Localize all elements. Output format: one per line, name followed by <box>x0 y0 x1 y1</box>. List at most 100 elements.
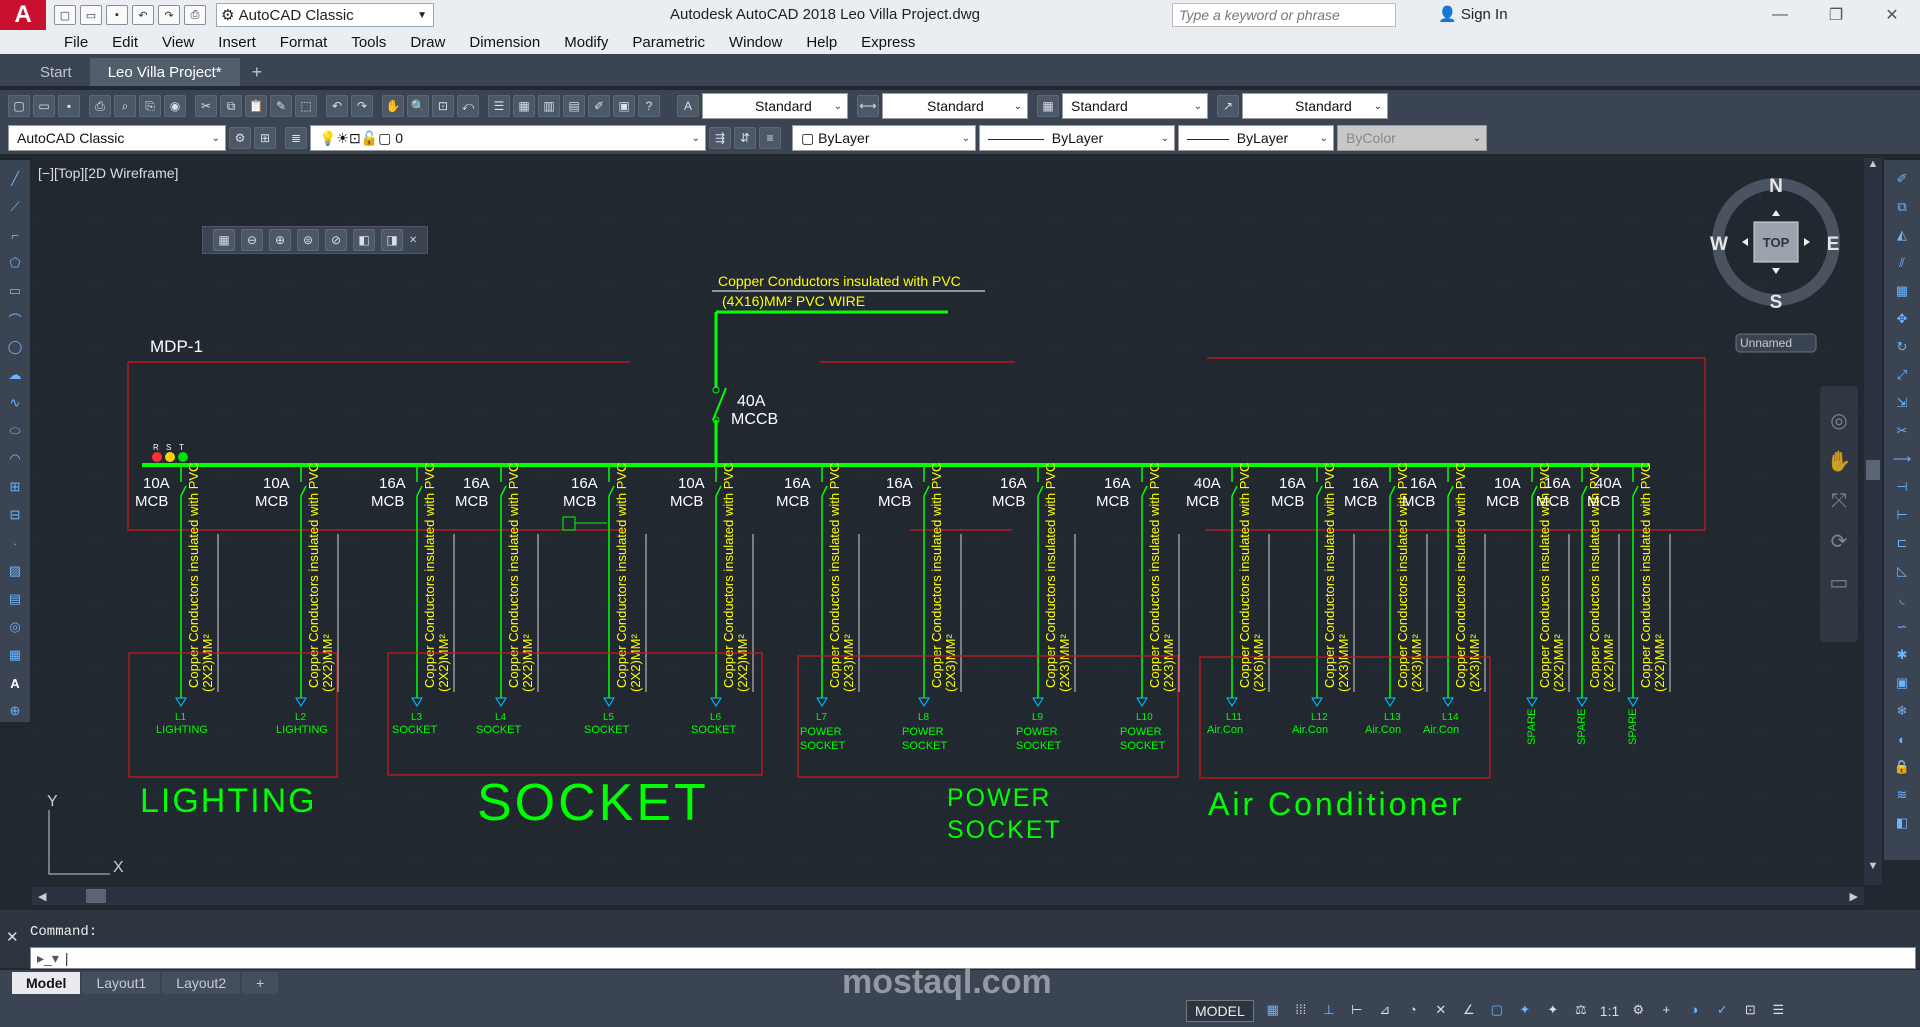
circuit-arrow-icon[interactable] <box>411 697 423 707</box>
ellipse-arc-icon[interactable]: ◠ <box>5 448 25 470</box>
chamfer-icon[interactable]: ◺ <box>1892 560 1912 582</box>
circuit-cable-size[interactable]: (2X2)MM² <box>520 634 535 692</box>
circuit-rating[interactable]: 10A <box>678 475 705 492</box>
circuit-cable-note[interactable]: Copper Conductors insulated with PVC <box>929 463 944 688</box>
plot-preview-icon[interactable]: ⌕ <box>114 95 136 117</box>
steering-wheel-icon[interactable]: ◎ <box>1820 408 1858 433</box>
paste-icon[interactable]: 📋 <box>245 95 267 117</box>
circuit-load-line2[interactable]: SOCKET <box>800 740 846 752</box>
lineweight-dropdown[interactable]: ——— ByLayer ⌄ <box>1178 125 1334 151</box>
circuit-breaker-type[interactable]: MCB <box>563 493 596 510</box>
publish-icon[interactable]: ⎘ <box>139 95 161 117</box>
tab-leo-villa-project[interactable]: Leo Villa Project* <box>89 58 240 86</box>
menu-window[interactable]: Window <box>717 34 794 51</box>
circuit-id[interactable]: L2 <box>295 712 307 723</box>
make-current-icon[interactable]: ⇶ <box>709 127 731 149</box>
pan-icon[interactable]: ✋ <box>1820 449 1858 474</box>
polar-tracking-icon[interactable]: ◔ <box>1404 1002 1422 1020</box>
group-label-power-line1[interactable]: POWER <box>947 784 1051 812</box>
circuit-rating[interactable]: 16A <box>1352 475 1379 492</box>
circuit-cable-size[interactable]: (2X2)MM² <box>436 634 451 692</box>
circuit-load[interactable]: SOCKET <box>691 724 737 736</box>
viewcube-south[interactable]: S <box>1770 292 1783 313</box>
circuit-breaker-type[interactable]: MCB <box>1587 493 1620 510</box>
new-icon[interactable]: ▢ <box>54 5 76 25</box>
move-icon[interactable]: ✥ <box>1892 308 1912 330</box>
stretch-icon[interactable]: ⇲ <box>1892 392 1912 414</box>
layer-lock-icon[interactable]: 🔒 <box>1892 756 1912 778</box>
viewcube-west[interactable]: W <box>1710 234 1728 255</box>
circuit-cable-note[interactable]: Copper Conductors insulated with PVC <box>1322 463 1337 688</box>
circuit-cable-size[interactable]: (2X2)MM² <box>735 634 750 692</box>
viewcube-arrow-left-icon[interactable] <box>1742 238 1748 246</box>
new-tab-plus-icon[interactable]: + <box>240 58 275 86</box>
circuit-load-line1[interactable]: POWER <box>1120 726 1162 738</box>
annotation-visibility-icon[interactable]: ✦ <box>1516 1002 1534 1020</box>
scale-icon[interactable]: ⤢ <box>1892 364 1912 386</box>
add-icon[interactable]: + <box>1657 1002 1675 1020</box>
circuit-cable-note[interactable]: Copper Conductors insulated with PVC <box>1638 463 1653 688</box>
orbit-icon[interactable]: ⟳ <box>1820 529 1858 554</box>
iso-view-se-icon[interactable]: ◨ <box>381 229 403 251</box>
circuit-breaker-type[interactable]: MCB <box>1536 493 1569 510</box>
gear-icon[interactable]: ⚙ <box>1629 1002 1647 1020</box>
circuit-rating[interactable]: 40A <box>1194 475 1221 492</box>
scroll-right-icon[interactable]: ▶ <box>1850 890 1864 903</box>
circuit-breaker-type[interactable]: MCB <box>1186 493 1219 510</box>
viewcube-north[interactable]: N <box>1769 176 1783 197</box>
circuit-cable-size[interactable]: (2X6)MM² <box>1251 634 1266 692</box>
menu-tools[interactable]: Tools <box>339 34 398 51</box>
circuit-breaker-type[interactable]: MCB <box>1096 493 1129 510</box>
circuit-cable-note[interactable]: Copper Conductors insulated with PVC <box>186 463 201 688</box>
scroll-up-icon[interactable]: ▲ <box>1864 158 1882 170</box>
tab-start[interactable]: Start <box>22 58 90 86</box>
vertical-scroll-thumb[interactable] <box>1866 460 1880 480</box>
break-at-point-icon[interactable]: ⊣ <box>1892 476 1912 498</box>
workspace-settings-icon[interactable]: ⊞ <box>254 127 276 149</box>
circuit-id[interactable]: L3 <box>411 712 423 723</box>
circuit-cable-note[interactable]: Copper Conductors insulated with PVC <box>1147 463 1162 688</box>
snap-mode-icon[interactable]: ⁞⁞⁞ <box>1292 1002 1310 1020</box>
feeder-note-2[interactable]: (4X16)MM² PVC WIRE <box>722 293 865 309</box>
match-properties-icon[interactable]: ✎ <box>270 95 292 117</box>
circuit-breaker-type[interactable]: MCB <box>135 493 168 510</box>
close-icon[interactable]: ✕ <box>1864 0 1920 30</box>
circuit-load[interactable]: SOCKET <box>584 724 630 736</box>
plot-icon[interactable]: ⎙ <box>89 95 111 117</box>
menu-help[interactable]: Help <box>794 34 849 51</box>
circuit-breaker-type[interactable]: MCB <box>1402 493 1435 510</box>
circuit-load-line1[interactable]: POWER <box>902 726 944 738</box>
circuit-breaker-type[interactable]: MCB <box>371 493 404 510</box>
circuit-id[interactable]: L11 <box>1226 712 1242 723</box>
circuit-arrow-icon[interactable] <box>710 697 722 707</box>
circuit-cable-note[interactable]: Copper Conductors insulated with PVC <box>422 463 437 688</box>
circuit-rating[interactable]: 10A <box>143 475 170 492</box>
mirror-icon[interactable]: ◭ <box>1892 224 1912 246</box>
circuit-cable-size[interactable]: (2X2)MM² <box>1551 634 1566 692</box>
gear-icon[interactable]: ⚙ <box>229 127 251 149</box>
mleader-style-dropdown[interactable]: Standard ⌄ <box>1242 93 1388 119</box>
clean-screen-icon[interactable]: ⊡ <box>1741 1002 1759 1020</box>
iso-view-sw-icon[interactable]: ◧ <box>353 229 375 251</box>
markup-icon[interactable]: ✐ <box>588 95 610 117</box>
circuit-rating[interactable]: 16A <box>1000 475 1027 492</box>
circuit-cable-size[interactable]: (2X3)MM² <box>1409 634 1424 692</box>
text-style-dropdown[interactable]: Standard ⌄ <box>702 93 848 119</box>
circuit-load[interactable]: Air.Con <box>1207 724 1243 736</box>
ucs-axes-icon[interactable] <box>48 810 110 875</box>
open-icon[interactable]: ▭ <box>33 95 55 117</box>
circuit-arrow-icon[interactable] <box>295 697 307 707</box>
zoom-window-icon[interactable]: ⊡ <box>432 95 454 117</box>
circuit-arrow-icon[interactable] <box>175 697 187 707</box>
circuit-rating[interactable]: 16A <box>571 475 598 492</box>
search-input[interactable]: Type a keyword or phrase <box>1172 3 1396 27</box>
circuit-load[interactable]: LIGHTING <box>276 724 328 736</box>
circuit-id[interactable]: L6 <box>710 712 722 723</box>
model-space-button[interactable]: MODEL <box>1186 1000 1254 1022</box>
insert-block-icon[interactable]: ⊞ <box>5 476 25 498</box>
panel-outline[interactable] <box>127 357 1706 531</box>
circuit-rating[interactable]: 16A <box>784 475 811 492</box>
isodraft-icon[interactable]: ✕ <box>1432 1002 1450 1020</box>
text-style-icon[interactable]: A <box>677 95 699 117</box>
phase-indicator-s[interactable] <box>165 452 175 462</box>
